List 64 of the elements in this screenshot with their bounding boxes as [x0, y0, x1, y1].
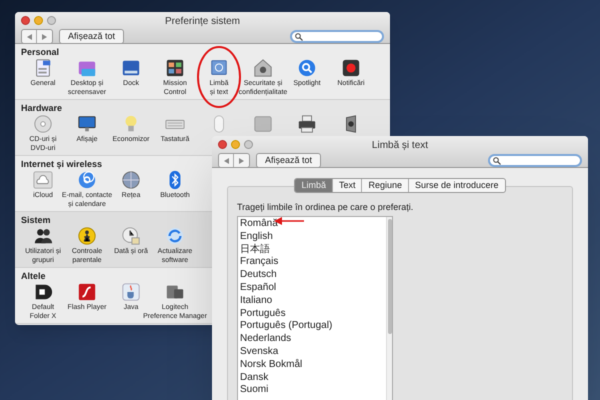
- users-icon[interactable]: [33, 226, 53, 246]
- zoom-window-button[interactable]: [47, 16, 56, 25]
- language-item[interactable]: Svenska: [240, 346, 278, 359]
- search-icon[interactable]: [297, 58, 317, 78]
- language-item[interactable]: Italiano: [240, 294, 272, 308]
- language-item[interactable]: Português: [240, 308, 286, 320]
- disc-icon[interactable]: [33, 114, 53, 134]
- section-title: Personal: [21, 47, 60, 58]
- language-item[interactable]: Suomi: [240, 384, 268, 398]
- document-icon[interactable]: [33, 58, 53, 78]
- tab[interactable]: Text: [332, 179, 362, 192]
- section-title: Altele: [21, 271, 46, 282]
- search-field[interactable]: [290, 30, 384, 43]
- language-item[interactable]: Deutsch: [240, 269, 277, 282]
- window-title: Preferințe sistem: [164, 14, 240, 28]
- window-title: Limbă și text: [372, 138, 428, 152]
- parental-controls-icon[interactable]: [77, 226, 97, 246]
- minimize-window-button[interactable]: [231, 140, 240, 149]
- language-item[interactable]: Português (Portugal): [240, 320, 332, 334]
- show-all-button[interactable]: Afișează tot: [59, 29, 124, 44]
- tab[interactable]: Surse de introducere: [408, 179, 505, 192]
- highlight-circle: [197, 46, 241, 108]
- monitor-icon[interactable]: [77, 114, 97, 134]
- section-title: Sistem: [21, 215, 51, 226]
- show-all-button[interactable]: Afișează tot: [256, 153, 322, 168]
- flag-icon[interactable]: [209, 58, 229, 78]
- search-field[interactable]: [488, 154, 582, 167]
- clock-icon[interactable]: [121, 226, 141, 246]
- language-item[interactable]: Español: [240, 282, 276, 295]
- back-arrow-icon: [26, 34, 32, 40]
- close-window-button[interactable]: [218, 140, 227, 149]
- forward-arrow-icon: [239, 158, 244, 164]
- trackpad-icon[interactable]: [253, 114, 273, 134]
- language-item[interactable]: Dansk: [240, 372, 268, 384]
- record-icon[interactable]: [341, 58, 361, 78]
- language-item[interactable]: Norsk Bokmål: [240, 358, 302, 372]
- tab[interactable]: Regiune: [361, 179, 408, 192]
- search-icon: [295, 32, 303, 40]
- minimize-window-button[interactable]: [34, 16, 43, 25]
- grid-icon[interactable]: [165, 58, 185, 78]
- section-title: Hardware: [21, 103, 62, 114]
- section-title: Internet și wireless: [21, 159, 102, 170]
- language-item[interactable]: Nederlands: [240, 333, 292, 346]
- close-window-button[interactable]: [21, 16, 30, 25]
- language-item[interactable]: Français: [240, 256, 278, 270]
- language-item[interactable]: English: [240, 230, 273, 244]
- instruction-text: Trageți limbile în ordinea pe care o preferați.: [237, 201, 414, 213]
- search-icon: [493, 156, 501, 164]
- flash-icon[interactable]: [77, 282, 97, 302]
- dock-icon[interactable]: [121, 58, 141, 78]
- tab[interactable]: Limbă: [295, 179, 332, 192]
- scrollbar[interactable]: [386, 217, 392, 400]
- zoom-window-button[interactable]: [244, 140, 253, 149]
- house-icon[interactable]: [253, 58, 273, 78]
- back-arrow-icon: [224, 158, 228, 164]
- printer-icon[interactable]: [297, 114, 317, 134]
- coffee-cup-icon[interactable]: [121, 282, 141, 302]
- language-item[interactable]: 日本語: [240, 244, 270, 256]
- cloud-icon[interactable]: [33, 170, 53, 190]
- refresh-icon[interactable]: [165, 226, 185, 246]
- globe-icon[interactable]: [121, 170, 141, 190]
- forward-arrow-icon: [42, 34, 47, 40]
- language-item[interactable]: Română: [240, 218, 278, 231]
- logo-icon[interactable]: [33, 282, 53, 302]
